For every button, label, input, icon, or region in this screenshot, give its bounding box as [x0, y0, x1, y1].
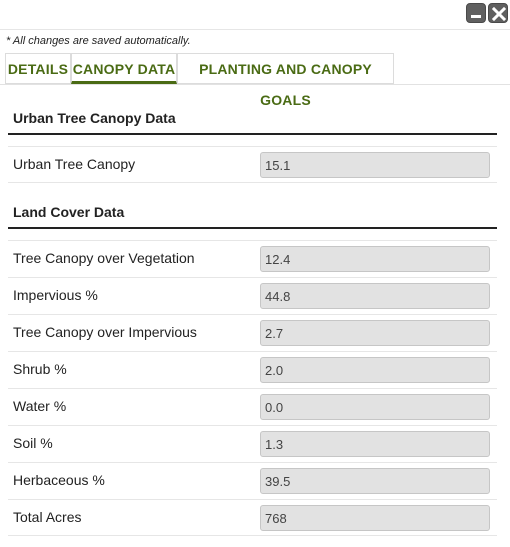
tab-planting-and-canopy-goals[interactable]: PLANTING AND CANOPY GOALS	[177, 53, 394, 108]
impervious-field[interactable]: 44.8	[260, 283, 490, 309]
urban-tree-canopy-field[interactable]: 15.1	[260, 152, 490, 178]
tab-bar: DETAILS CANOPY DATA PLANTING AND CANOPY …	[0, 53, 510, 108]
canopy-data-panel: Urban Tree Canopy Data Urban Tree Canopy…	[0, 85, 510, 547]
section-title-urban-tree-canopy: Urban Tree Canopy Data	[13, 110, 176, 126]
minimize-icon	[471, 15, 481, 18]
row-label: Herbaceous %	[13, 472, 105, 488]
close-icon	[492, 7, 506, 21]
row-shrub: Shrub % 2.0	[8, 351, 497, 388]
row-label: Tree Canopy over Vegetation	[13, 250, 195, 266]
row-impervious: Impervious % 44.8	[8, 277, 497, 314]
shrub-field[interactable]: 2.0	[260, 357, 490, 383]
row-tree-canopy-over-vegetation: Tree Canopy over Vegetation 12.4	[8, 240, 497, 277]
row-label: Total Acres	[13, 509, 82, 525]
soil-field[interactable]: 1.3	[260, 431, 490, 457]
close-button[interactable]	[488, 3, 508, 23]
tree-canopy-over-vegetation-field[interactable]: 12.4	[260, 246, 490, 272]
section-divider	[8, 227, 497, 229]
row-label: Urban Tree Canopy	[13, 156, 136, 172]
section-title-land-cover: Land Cover Data	[13, 204, 125, 220]
row-label: Water %	[13, 398, 67, 414]
row-tree-canopy-over-impervious: Tree Canopy over Impervious 2.7	[8, 314, 497, 351]
row-label: Tree Canopy over Impervious	[13, 324, 197, 340]
row-water: Water % 0.0	[8, 388, 497, 425]
row-soil: Soil % 1.3	[8, 425, 497, 462]
autosave-note: * All changes are saved automatically.	[6, 35, 191, 47]
window-titlebar	[0, 0, 510, 30]
row-label: Shrub %	[13, 361, 67, 377]
row-label: Impervious %	[13, 287, 98, 303]
section-divider	[8, 133, 497, 135]
row-herbaceous: Herbaceous % 39.5	[8, 462, 497, 499]
tab-canopy-data[interactable]: CANOPY DATA	[71, 53, 177, 84]
row-total-acres: Total Acres 768	[8, 499, 497, 536]
row-urban-tree-canopy: Urban Tree Canopy 15.1	[8, 146, 497, 183]
herbaceous-field[interactable]: 39.5	[260, 468, 490, 494]
water-field[interactable]: 0.0	[260, 394, 490, 420]
minimize-button[interactable]	[466, 3, 486, 23]
total-acres-field[interactable]: 768	[260, 505, 490, 531]
tree-canopy-over-impervious-field[interactable]: 2.7	[260, 320, 490, 346]
tab-details[interactable]: DETAILS	[5, 53, 71, 84]
row-label: Soil %	[13, 435, 53, 451]
